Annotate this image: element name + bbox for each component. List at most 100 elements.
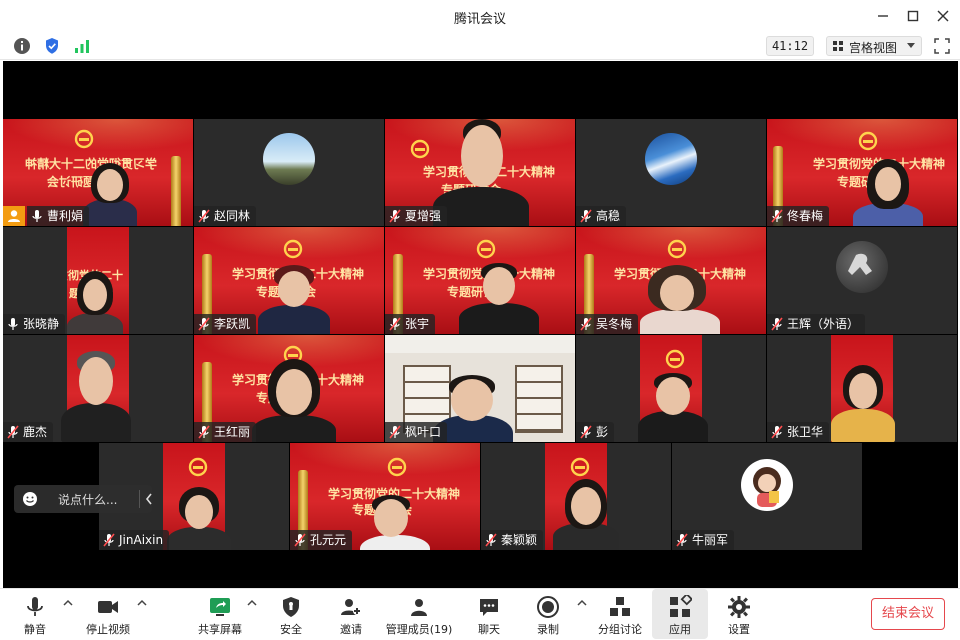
participant-name: JinAixin [119,533,164,547]
mic-off-icon [7,425,19,439]
video-tile-niulijun[interactable]: 牛丽军 [672,443,862,550]
shield-icon [46,38,58,54]
participant-nametag: 秦颖颖 [481,530,544,550]
chevron-up-icon [63,599,73,606]
quick-chat-input[interactable]: 说点什么... [14,485,152,513]
video-tile-fengyekou[interactable]: 枫叶口 [385,335,575,442]
participant-name: 曹利娟 [47,209,84,223]
video-tile-lujie[interactable]: 鹿杰 [3,335,193,442]
end-meeting-button[interactable]: 结束会议 [871,598,945,630]
mic-off-icon [198,425,210,439]
meeting-toolbar: 静音 停止视频 共享屏幕 安全 邀请 管理成员(19) 聊天 录制 分组讨论 应… [0,588,960,640]
participant-name: 高稳 [596,209,621,223]
manage-members-button[interactable]: 管理成员(19) [384,589,454,639]
video-tile-tongchunmei[interactable]: 学习贯彻党的二十大精神 专题研讨会 佟春梅 [767,119,957,226]
meeting-info-button[interactable] [12,36,32,56]
meeting-info-bar: 41:12 宫格视图 [0,32,960,60]
mute-options-caret[interactable] [62,597,74,609]
participant-name: 佟春梅 [787,209,824,223]
video-camera-icon [98,601,118,613]
share-options-caret[interactable] [246,597,258,609]
apps-button[interactable]: 应用 [652,589,708,639]
video-tile-xiazengqiang[interactable]: 学习贯彻党的二十大精神 专题研讨会 夏增强 [385,119,575,226]
security-status-button[interactable] [42,36,62,56]
close-icon [937,10,949,22]
video-tile-liyuekai[interactable]: 学习贯彻党的二十大精神 专题研讨会 李跃凯 [194,227,384,334]
room-ceiling [385,335,575,353]
settings-button[interactable]: 设置 [718,589,760,639]
participant-name: 夏增强 [405,209,442,223]
mute-button[interactable]: 静音 [12,589,58,639]
video-tile-wudongmei[interactable]: 学习贯彻党的二十大精神 吴冬梅 [576,227,766,334]
mic-off-icon [771,425,783,439]
participant-name: 王红丽 [214,425,251,439]
network-status-button[interactable] [72,36,92,56]
participant-name: 彭 [596,425,609,439]
close-button[interactable] [932,6,954,26]
participant-nametag: 赵同林 [194,206,257,226]
party-emblem-icon [74,129,94,149]
participant-nametag: 夏增强 [385,206,448,226]
view-mode-label: 宫格视图 [849,41,898,55]
video-tile-zhangxiaojing[interactable]: 贯彻党的二十 题研讨会 张晓静 [3,227,193,334]
video-tile-wanghongli[interactable]: 学习贯彻党的二十大精神 专题研讨会 王红丽 [194,335,384,442]
info-icon [14,38,30,54]
invite-label: 邀请 [340,623,362,636]
chevron-up-icon [137,599,147,606]
microphone-icon [27,597,43,616]
share-screen-icon [210,598,230,616]
fullscreen-icon[interactable] [934,38,950,54]
party-emblem-icon [667,239,687,259]
chevron-left-icon[interactable] [144,492,154,506]
participant-nametag: 孔元元 [290,530,353,550]
video-tile-kongyuanyuan[interactable]: 学习贯彻党的二十大精神 专题研讨会 孔元元 [290,443,480,550]
record-button[interactable]: 录制 [528,589,568,639]
party-emblem-icon [570,457,590,477]
chevron-up-icon [577,599,587,606]
share-screen-label: 共享屏幕 [198,623,242,636]
mute-label: 静音 [24,623,46,636]
participant-nametag: 王红丽 [194,422,257,442]
record-label: 录制 [537,623,559,636]
record-options-caret[interactable] [576,597,588,609]
video-tile-gaowen[interactable]: 高稳 [576,119,766,226]
maximize-button[interactable] [902,6,924,26]
chat-button[interactable]: 聊天 [468,589,510,639]
view-mode-dropdown[interactable]: 宫格视图 [826,36,922,56]
minimize-icon [878,15,888,17]
stop-video-label: 停止视频 [86,623,130,636]
video-options-caret[interactable] [136,597,148,609]
video-tile-zhaotonglin[interactable]: 赵同林 [194,119,384,226]
invite-button[interactable]: 邀请 [330,589,372,639]
share-screen-button[interactable]: 共享屏幕 [194,589,246,639]
participant-name: 秦颖颖 [501,533,538,547]
cartoon-girl-icon [753,467,781,507]
mic-off-icon [771,317,783,331]
minimize-button[interactable] [872,6,894,26]
participant-name: 张宇 [405,317,430,331]
members-icon [411,599,427,616]
video-tile-wanghui[interactable]: 王辉（外语） [767,227,957,334]
participant-avatar [263,133,315,185]
mic-off-icon [580,209,592,223]
video-tile-zhangyu[interactable]: 学习贯彻党的二十大精神 专题研讨会 张宇 [385,227,575,334]
participant-nametag: 佟春梅 [767,206,830,226]
security-button[interactable]: 安全 [270,589,312,639]
video-tile-zhangweihua[interactable]: 张卫华 [767,335,957,442]
mic-off-icon [389,425,401,439]
mic-off-icon [389,209,401,223]
title-bar: 腾讯会议 [0,0,960,32]
participant-name: 吴冬梅 [596,317,633,331]
smile-icon [23,492,37,506]
mic-off-icon [771,209,783,223]
breakout-rooms-button[interactable]: 分组讨论 [594,589,646,639]
participant-nametag: 鹿杰 [3,422,54,442]
participant-nametag: 张卫华 [767,422,830,442]
video-tile-caolijuan[interactable]: 学习贯彻党的二十大精神 专题研讨会 曹利娟 [3,119,193,226]
video-tile-peng[interactable]: 彭 [576,335,766,442]
chat-placeholder: 说点什么... [58,493,118,507]
stop-video-button[interactable]: 停止视频 [80,589,136,639]
participant-avatar [645,133,697,185]
participant-name: 张晓静 [23,317,60,331]
video-tile-qinyingying[interactable]: 秦颖颖 [481,443,671,550]
